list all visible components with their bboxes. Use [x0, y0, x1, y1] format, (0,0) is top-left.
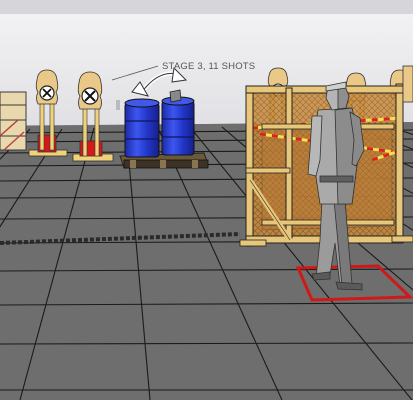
wooden-crate	[0, 91, 27, 151]
stage-callout: STAGE 3, 11 SHOTS	[162, 61, 255, 72]
shooting-range-scene: STAGE 3, 11 SHOTS	[0, 0, 413, 400]
scene-canvas: STAGE 3, 11 SHOTS	[0, 0, 413, 400]
ceiling-shade	[0, 0, 413, 14]
